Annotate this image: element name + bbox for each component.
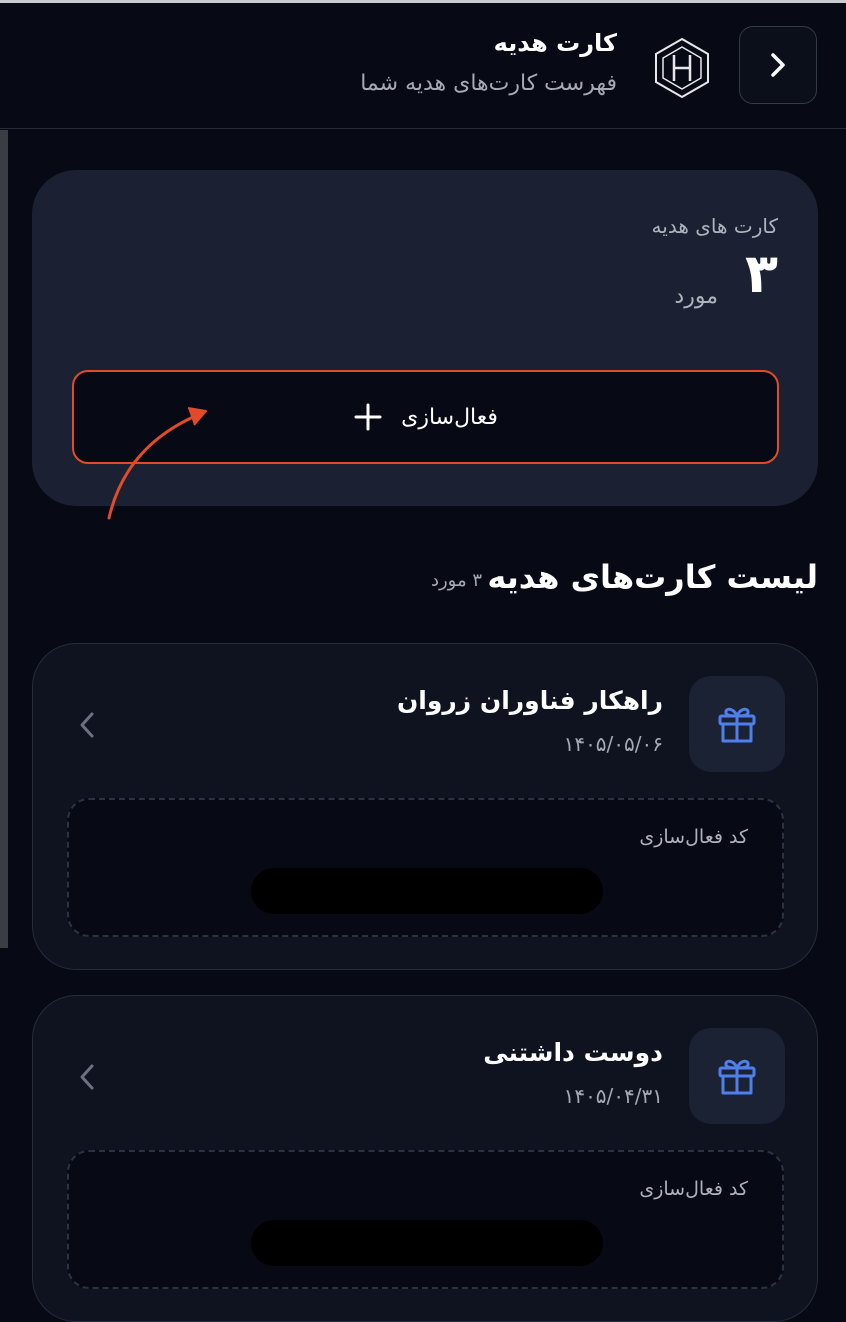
list-title: لیست کارت‌های هدیه: [487, 558, 818, 596]
gift-card-date: ۱۴۰۵/۰۴/۳۱: [563, 1084, 663, 1108]
gift-card[interactable]: دوست داشتنی ۱۴۰۵/۰۴/۳۱ کد فعال‌سازی: [32, 995, 818, 1322]
summary-count: ۳: [745, 242, 778, 305]
gift-icon: [718, 1059, 756, 1095]
chevron-left-icon[interactable]: [75, 708, 99, 742]
plus-icon: [354, 403, 382, 431]
gift-card-date: ۱۴۰۵/۰۵/۰۶: [563, 732, 663, 756]
summary-label: کارت های هدیه: [651, 214, 778, 238]
activation-code-box: کد فعال‌سازی: [67, 798, 784, 937]
activation-code-box: کد فعال‌سازی: [67, 1150, 784, 1289]
list-count: ۳ مورد: [430, 570, 482, 591]
hexagon-h-logo: [655, 37, 709, 99]
summary-unit: مورد: [674, 284, 718, 309]
scroll-indicator[interactable]: [0, 130, 8, 948]
annotation-arrow: [107, 407, 207, 520]
chevron-right-icon: [771, 53, 785, 77]
gift-card-name: دوست داشتنی: [483, 1038, 663, 1067]
activation-code-label: کد فعال‌سازی: [639, 1178, 748, 1200]
activate-button-label: فعال‌سازی: [401, 404, 498, 430]
gift-card-name: راهکار فناوران زروان: [396, 686, 663, 715]
page-title: کارت هدیه: [493, 29, 617, 57]
gift-icon: [718, 707, 756, 743]
back-button[interactable]: [739, 26, 817, 104]
gift-icon-box: [689, 1028, 785, 1124]
app-header: کارت هدیه فهرست کارت‌های هدیه شما: [0, 3, 846, 129]
page-subtitle: فهرست کارت‌های هدیه شما: [360, 71, 617, 96]
gift-icon-box: [689, 676, 785, 772]
chevron-left-icon[interactable]: [75, 1060, 99, 1094]
activation-code-redacted: [251, 1220, 603, 1266]
gift-card[interactable]: راهکار فناوران زروان ۱۴۰۵/۰۵/۰۶ کد فعال‌…: [32, 643, 818, 970]
activation-code-label: کد فعال‌سازی: [639, 826, 748, 848]
activation-code-redacted: [251, 868, 603, 914]
